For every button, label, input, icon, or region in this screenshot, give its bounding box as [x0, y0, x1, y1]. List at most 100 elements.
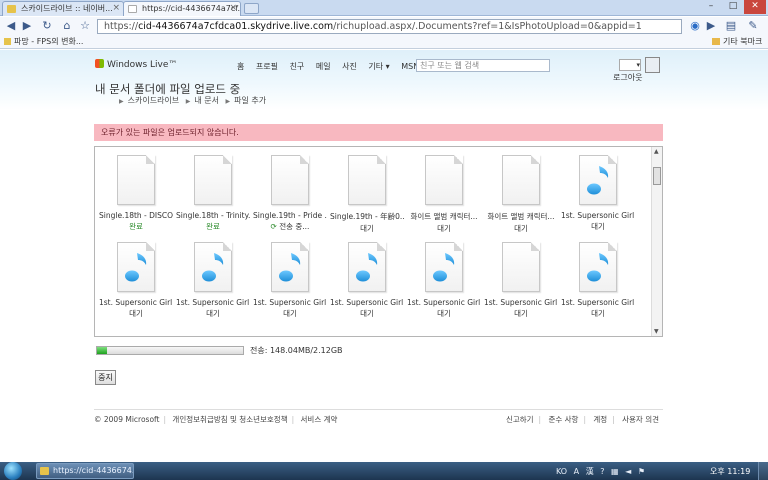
file-tile[interactable]: 1st. Supersonic Girl ... 대기: [330, 242, 404, 319]
web-search-input[interactable]: 친구 또는 웹 검색 bing: [416, 59, 550, 72]
file-name: Single.19th - 年齢0...: [330, 212, 404, 221]
reload-icon[interactable]: ↻: [40, 19, 54, 33]
avatar[interactable]: [645, 57, 660, 73]
breadcrumb-my-documents[interactable]: 내 문서: [194, 96, 219, 105]
scroll-down-icon[interactable]: ▼: [654, 328, 659, 335]
address-bar[interactable]: https://cid-4436674a7cfdca01.skydrive.li…: [97, 19, 682, 34]
close-window-icon[interactable]: ✕: [744, 0, 766, 14]
nav-photos[interactable]: 사진: [342, 62, 357, 71]
back-icon[interactable]: ◀: [4, 19, 18, 33]
browser-tab-2[interactable]: https://cid-4436674a7cf... ×: [123, 1, 241, 16]
nav-mail[interactable]: 메일: [316, 62, 331, 71]
language-indicator[interactable]: KO: [556, 467, 567, 476]
folder-icon: [4, 38, 11, 45]
file-tile[interactable]: 1st. Supersonic Girl ... 대기: [253, 242, 327, 319]
terms-link[interactable]: 서비스 계약: [301, 415, 338, 424]
start-button-icon[interactable]: [4, 462, 22, 480]
nav-home[interactable]: 홈: [237, 62, 244, 71]
play-icon[interactable]: ▶: [704, 19, 718, 33]
scroll-up-icon[interactable]: ▲: [654, 148, 659, 155]
file-tile[interactable]: Single.19th - 年齢0... 대기: [330, 155, 404, 234]
logout-link[interactable]: 로그아웃: [613, 72, 642, 83]
breadcrumb-skydrive[interactable]: 스카이드라이브: [128, 96, 180, 105]
music-file-icon: [348, 242, 386, 292]
flag-icon[interactable]: ⚑: [638, 467, 645, 476]
taskbar-item-label: https://cid-4436674...: [53, 466, 134, 475]
browser-toolbar: ◀ ▶ ↻ ⌂ ☆ https://cid-4436674a7cfdca01.s…: [0, 17, 768, 35]
music-file-icon: [579, 242, 617, 292]
taskbar-browser-item[interactable]: https://cid-4436674...: [36, 463, 134, 479]
bookmark-star-icon[interactable]: ☆: [78, 19, 92, 33]
windows-flag-icon: [95, 59, 104, 68]
feedback-link[interactable]: 사용자 의견: [622, 415, 659, 424]
tab-title: https://cid-4436674a7cf...: [142, 4, 241, 13]
file-tile[interactable]: 1st. Supersonic Girl ... 대기: [561, 242, 635, 319]
other-bookmarks[interactable]: 기타 북마크: [712, 35, 762, 48]
divider: |: [291, 415, 295, 424]
upload-progress-bar: [96, 346, 244, 355]
minimize-icon[interactable]: –: [700, 0, 722, 14]
bookmark-item[interactable]: 파망 - FPS의 변화...: [4, 35, 83, 48]
file-tile[interactable]: 화이트 앨범 캐릭터... 대기: [407, 155, 481, 234]
network-icon[interactable]: ▦: [611, 467, 619, 476]
scroll-thumb[interactable]: [653, 167, 661, 185]
taskbar-clock[interactable]: 오후 11:19: [710, 466, 750, 477]
divider: |: [612, 415, 615, 424]
document-file-icon: [271, 155, 309, 205]
file-list-scrollbar[interactable]: ▲ ▼: [651, 147, 662, 336]
code-of-conduct-link[interactable]: 준수 사항: [548, 415, 578, 424]
file-name: 1st. Supersonic Girl ...: [253, 298, 327, 307]
error-message-bar: 오류가 있는 파일은 업로드되지 않습니다.: [94, 124, 663, 141]
volume-icon[interactable]: ◄: [625, 467, 631, 476]
file-tile[interactable]: 1st. Supersonic Girl ... 대기: [99, 242, 173, 319]
show-desktop-button[interactable]: [758, 462, 768, 480]
file-tile[interactable]: 1st. Supersonic Girl ... 대기: [484, 242, 558, 319]
file-status: 대기: [514, 224, 528, 233]
ime-mode-icon[interactable]: A: [574, 467, 579, 476]
spinner-icon: ⟳: [270, 222, 280, 231]
help-icon[interactable]: ?: [600, 467, 604, 476]
account-dropdown[interactable]: ▾: [619, 59, 641, 71]
file-tile[interactable]: Single.18th - Trinity... 완료: [176, 155, 250, 232]
bookmark-label: 파망 - FPS의 변화...: [14, 37, 84, 46]
nav-profile[interactable]: 프로필: [256, 62, 278, 71]
stop-button[interactable]: 중지: [95, 370, 116, 385]
home-icon[interactable]: ⌂: [60, 19, 74, 33]
url-path: /richupload.aspx/.Documents?ref=1&IsPhot…: [333, 21, 642, 32]
web-page: Windows Live™ 홈 프로필 친구 메일 사진 기타 ▾ MSN ▾ …: [0, 50, 768, 462]
divider: |: [583, 415, 586, 424]
document-file-icon: [502, 155, 540, 205]
file-status: 대기: [437, 224, 451, 233]
file-tile[interactable]: 1st. Supersonic Girl ... 대기: [561, 155, 635, 232]
hanja-icon[interactable]: 漢: [586, 467, 594, 476]
file-tile[interactable]: 1st. Supersonic Girl ... 대기: [407, 242, 481, 319]
breadcrumb-arrow-icon: ▶: [225, 98, 231, 105]
file-name: 1st. Supersonic Girl ...: [484, 298, 558, 307]
close-tab-icon[interactable]: ×: [112, 2, 120, 15]
file-tile[interactable]: Single.18th - DISCO... 완료: [99, 155, 173, 232]
folder-icon: [712, 38, 720, 45]
music-note-icon: [356, 253, 378, 282]
new-tab-button[interactable]: [244, 3, 259, 14]
file-tile[interactable]: Single.19th - Pride ... ⟳ 전송 중...: [253, 155, 327, 232]
page-menu-icon[interactable]: ▤: [724, 19, 738, 33]
upload-file-list[interactable]: ▲ ▼ Single.18th - DISCO... 완료 Single.18th …: [94, 146, 663, 337]
close-tab-icon[interactable]: ×: [229, 2, 237, 15]
forward-icon[interactable]: ▶: [20, 19, 34, 33]
browser-tab-1[interactable]: 스카이드라이브 :: 네이버... ×: [2, 1, 124, 16]
file-name: 1st. Supersonic Girl ...: [330, 298, 404, 307]
nav-friends[interactable]: 친구: [290, 62, 305, 71]
account-link[interactable]: 계정: [593, 415, 607, 424]
maximize-icon[interactable]: □: [722, 0, 744, 14]
windows-live-logo[interactable]: Windows Live™: [95, 59, 177, 70]
wrench-icon[interactable]: ✎: [746, 19, 760, 33]
file-tile[interactable]: 화이트 앨범 캐릭터... 대기: [484, 155, 558, 234]
music-note-icon: [433, 253, 455, 282]
file-tile[interactable]: 1st. Supersonic Girl ... 대기: [176, 242, 250, 319]
nav-more[interactable]: 기타 ▾: [368, 62, 389, 71]
privacy-link[interactable]: 개인정보취급방침 및 청소년보호정책: [172, 415, 287, 424]
ie-tab-icon[interactable]: ◉: [688, 19, 702, 33]
report-link[interactable]: 신고하기: [506, 415, 534, 424]
file-name: 1st. Supersonic Girl ...: [407, 298, 481, 307]
logo-text: Windows Live™: [107, 60, 178, 70]
